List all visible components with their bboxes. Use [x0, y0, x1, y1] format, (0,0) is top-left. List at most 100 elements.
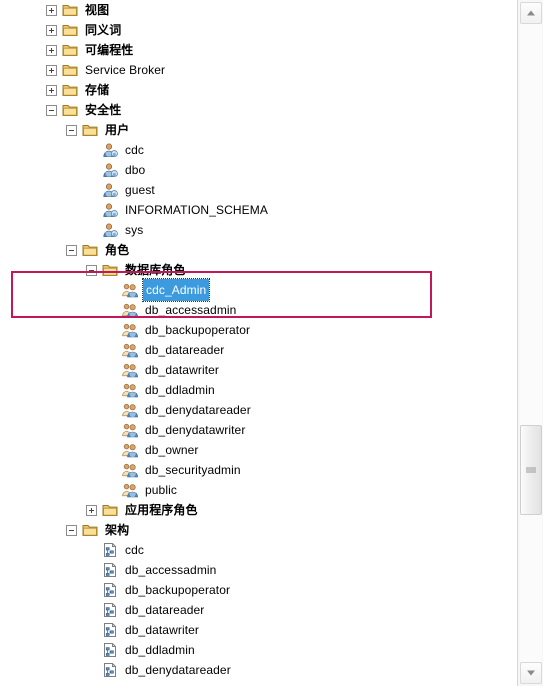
tree-node[interactable]: 视图: [0, 0, 517, 20]
role-icon: [122, 322, 138, 338]
tree-node[interactable]: db_denydatawriter: [0, 420, 517, 440]
expand-icon[interactable]: [46, 24, 57, 36]
tree-node[interactable]: db_owner: [0, 440, 517, 460]
tree-node[interactable]: db_datareader: [0, 340, 517, 360]
user-icon: [102, 162, 118, 178]
tree-node[interactable]: db_ddladmin: [0, 640, 517, 660]
tree-node-label: Service Broker: [85, 63, 166, 77]
scrollbar-track[interactable]: [520, 24, 542, 662]
tree-node[interactable]: db_accessadmin: [0, 560, 517, 580]
tree-node[interactable]: cdc_Admin: [0, 278, 517, 302]
tree-node[interactable]: guest: [0, 180, 517, 200]
folder-icon: [62, 82, 78, 98]
expand-icon[interactable]: [46, 4, 57, 16]
tree-node[interactable]: db_securityadmin: [0, 460, 517, 480]
tree-node[interactable]: 同义词: [0, 20, 517, 40]
collapse-icon[interactable]: [86, 264, 97, 276]
vertical-scrollbar[interactable]: [517, 0, 543, 686]
tree-node[interactable]: db_accessadmin: [0, 300, 517, 320]
tree-node-label: 视图: [85, 3, 110, 17]
tree-node[interactable]: 安全性: [0, 100, 517, 120]
tree-node-label: db_datawriter: [145, 363, 220, 377]
tree-node-label: db_datareader: [125, 603, 205, 617]
expand-icon[interactable]: [46, 84, 57, 96]
tree-node[interactable]: db_denydatareader: [0, 400, 517, 420]
object-explorer-tree[interactable]: 视图同义词 可编程性 Service Broker 存储 安全性用户 cdc dbo gues…: [0, 0, 517, 686]
tree-node[interactable]: 架构: [0, 520, 517, 540]
collapse-icon[interactable]: [66, 244, 77, 256]
tree-node[interactable]: Service Broker: [0, 60, 517, 80]
tree-node-label: 数据库角色: [125, 263, 186, 277]
tree-node-label: 应用程序角色: [125, 503, 198, 517]
tree-node[interactable]: 角色: [0, 240, 517, 260]
folder-icon: [102, 262, 118, 278]
tree-node-label: db_accessadmin: [125, 563, 217, 577]
tree-node-label: cdc: [125, 143, 144, 157]
scroll-down-button[interactable]: [520, 662, 542, 684]
tree-node[interactable]: public: [0, 480, 517, 500]
folder-icon: [62, 102, 78, 118]
expand-icon[interactable]: [46, 64, 57, 76]
tree-node[interactable]: db_ddladmin: [0, 380, 517, 400]
tree-node[interactable]: INFORMATION_SCHEMA: [0, 200, 517, 220]
tree-node-label: db_securityadmin: [145, 463, 241, 477]
role-icon: [122, 482, 138, 498]
tree-node-label: 架构: [105, 523, 130, 537]
tree-node[interactable]: 存储: [0, 80, 517, 100]
role-icon: [122, 302, 138, 318]
folder-icon: [102, 502, 118, 518]
tree-node[interactable]: cdc: [0, 140, 517, 160]
tree-node[interactable]: db_datawriter: [0, 620, 517, 640]
schema-icon: [102, 602, 118, 618]
tree-node-label: db_owner: [145, 443, 199, 457]
role-icon: [122, 422, 138, 438]
tree-node-label: db_backupoperator: [145, 323, 251, 337]
tree-node-label: db_backupoperator: [125, 583, 231, 597]
folder-icon: [82, 242, 98, 258]
schema-icon: [102, 642, 118, 658]
object-explorer-panel: 视图同义词 可编程性 Service Broker 存储 安全性用户 cdc dbo gues…: [0, 0, 543, 686]
folder-icon: [62, 22, 78, 38]
user-icon: [102, 222, 118, 238]
tree-node-label: cdc: [125, 543, 144, 557]
folder-icon: [82, 122, 98, 138]
tree-node[interactable]: db_backupoperator: [0, 320, 517, 340]
tree-node[interactable]: 应用程序角色: [0, 500, 517, 520]
collapse-icon[interactable]: [66, 124, 77, 136]
tree-node[interactable]: db_datareader: [0, 600, 517, 620]
tree-node[interactable]: sys: [0, 220, 517, 240]
grip-icon: [526, 467, 536, 474]
expand-icon[interactable]: [86, 504, 97, 516]
expand-icon[interactable]: [46, 44, 57, 56]
collapse-icon[interactable]: [66, 524, 77, 536]
folder-icon: [82, 522, 98, 538]
tree-node[interactable]: db_backupoperator: [0, 580, 517, 600]
tree-node[interactable]: cdc: [0, 540, 517, 560]
user-icon: [102, 182, 118, 198]
tree-node[interactable]: dbo: [0, 160, 517, 180]
tree-node[interactable]: db_denydatareader: [0, 660, 517, 680]
tree-node-label: guest: [125, 183, 155, 197]
tree-node-label: db_datawriter: [125, 623, 200, 637]
tree-node[interactable]: 可编程性: [0, 40, 517, 60]
tree-node-label: cdc_Admin: [141, 278, 211, 302]
tree-node-label: 用户: [105, 123, 130, 137]
collapse-icon[interactable]: [46, 104, 57, 116]
tree-node[interactable]: db_datawriter: [0, 360, 517, 380]
scroll-up-button[interactable]: [520, 2, 542, 24]
tree-node[interactable]: 用户: [0, 120, 517, 140]
tree-node[interactable]: 数据库角色: [0, 260, 517, 280]
scrollbar-thumb[interactable]: [520, 425, 542, 515]
